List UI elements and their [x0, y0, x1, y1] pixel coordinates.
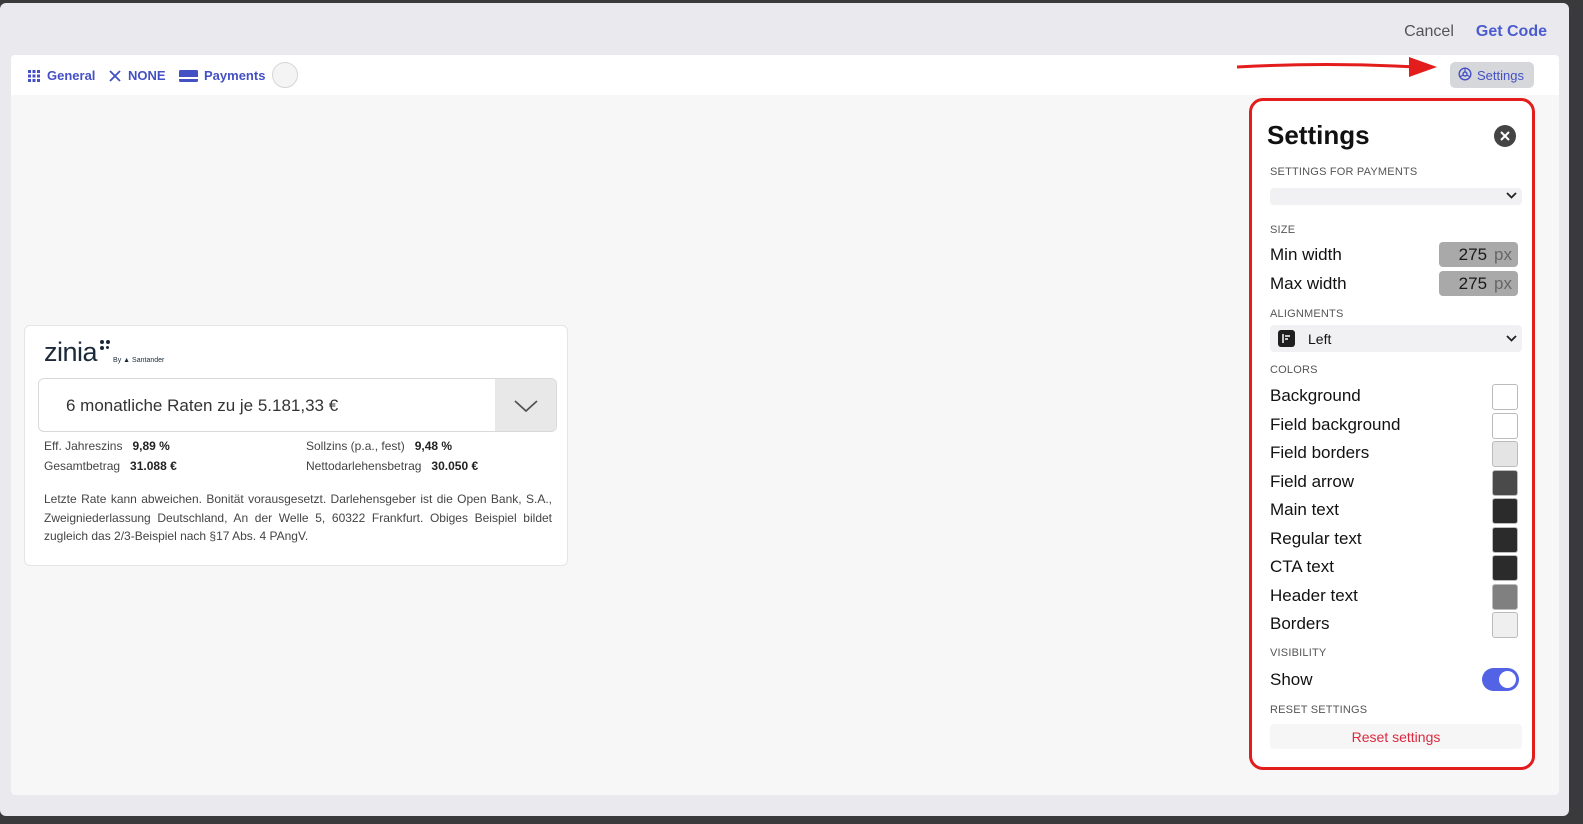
color-swatch[interactable] — [1492, 469, 1518, 496]
color-label: Background — [1270, 386, 1361, 405]
colors-label: COLORS — [1270, 364, 1318, 376]
credit-card-icon — [179, 69, 198, 83]
reset-section-label: RESET SETTINGS — [1270, 704, 1368, 716]
fact-total: Gesamtbetrag 31.088 € — [44, 459, 177, 473]
logo-dots-icon — [98, 339, 112, 357]
alignments-label: ALIGNMENTS — [1270, 308, 1344, 320]
tool-payments[interactable]: Payments — [179, 68, 265, 83]
settings-panel: Settings SETTINGS FOR PAYMENTS SIZE Min … — [1249, 98, 1535, 770]
settings-for-label: SETTINGS FOR PAYMENTS — [1270, 166, 1418, 178]
color-swatch[interactable] — [1492, 583, 1518, 610]
show-label: Show — [1270, 670, 1313, 689]
color-swatch[interactable] — [1492, 384, 1518, 410]
max-width-input[interactable]: 275 px — [1439, 271, 1518, 296]
installment-select[interactable]: 6 monatliche Raten zu je 5.181,33 € — [38, 378, 557, 432]
show-toggle[interactable] — [1482, 668, 1519, 691]
settings-button-label: Settings — [1477, 67, 1524, 83]
color-label: Header text — [1270, 585, 1358, 605]
settings-icon — [1458, 66, 1472, 84]
color-label: Field background — [1270, 414, 1401, 434]
max-width-label: Max width — [1270, 274, 1347, 293]
fact-debit-rate: Sollzins (p.a., fest) 9,48 % — [306, 439, 453, 453]
alignment-select[interactable]: Left — [1270, 325, 1522, 352]
visibility-label: VISIBILITY — [1270, 647, 1327, 659]
color-label: Regular text — [1270, 528, 1362, 548]
color-swatch[interactable] — [1492, 498, 1518, 524]
grid-icon — [27, 69, 41, 83]
close-icon — [108, 69, 122, 83]
color-label: CTA text — [1270, 557, 1334, 576]
tool-payments-label: Payments — [204, 68, 266, 83]
chevron-down-icon[interactable] — [495, 379, 556, 431]
fact-eff-rate: Eff. Jahreszins 9,89 % — [44, 439, 170, 453]
size-label: SIZE — [1270, 224, 1296, 236]
close-settings-button[interactable] — [1494, 125, 1516, 147]
min-width-label: Min width — [1270, 245, 1342, 264]
add-tool-button[interactable] — [272, 62, 298, 88]
min-width-input[interactable]: 275 px — [1439, 242, 1518, 267]
zinia-logo: zinia By ▲ Santander — [44, 339, 164, 366]
tool-general-label: General — [47, 68, 96, 83]
color-swatch[interactable] — [1492, 526, 1518, 553]
annotation-arrow-icon — [1237, 57, 1437, 77]
reset-settings-button[interactable]: Reset settings — [1270, 724, 1522, 749]
color-label: Borders — [1270, 614, 1330, 633]
color-label: Main text — [1270, 500, 1339, 519]
get-code-button[interactable]: Get Code — [1476, 23, 1547, 41]
align-left-icon — [1278, 330, 1295, 347]
fact-net-loan: Nettodarlehensbetrag 30.050 € — [306, 459, 479, 473]
tool-none[interactable]: NONE — [108, 68, 166, 83]
chevron-down-icon — [1506, 192, 1517, 199]
color-swatch[interactable] — [1492, 555, 1518, 581]
payment-widget: zinia By ▲ Santander 6 monatliche Raten … — [24, 325, 568, 566]
installment-select-value: 6 monatliche Raten zu je 5.181,33 € — [66, 396, 339, 415]
tool-none-label: NONE — [128, 68, 166, 83]
settings-for-select[interactable] — [1270, 188, 1522, 205]
settings-title: Settings — [1267, 120, 1370, 150]
header-actions: Cancel Get Code — [1404, 23, 1547, 41]
legal-text: Letzte Rate kann abweichen. Bonität vora… — [44, 492, 552, 543]
settings-button[interactable]: Settings — [1450, 62, 1534, 88]
logo-word: zinia — [44, 337, 98, 367]
close-icon — [1500, 131, 1510, 141]
chevron-down-icon — [1506, 335, 1517, 342]
color-swatch[interactable] — [1492, 412, 1518, 439]
color-swatch[interactable] — [1492, 441, 1518, 467]
alignment-value: Left — [1308, 331, 1332, 347]
tool-general[interactable]: General — [27, 68, 95, 83]
color-label: Field borders — [1270, 443, 1370, 462]
cancel-button[interactable]: Cancel — [1404, 23, 1454, 41]
logo-by: By ▲ Santander — [113, 357, 165, 364]
color-swatch[interactable] — [1492, 612, 1518, 638]
flame-icon: ▲ — [123, 357, 131, 364]
color-label: Field arrow — [1270, 471, 1355, 491]
